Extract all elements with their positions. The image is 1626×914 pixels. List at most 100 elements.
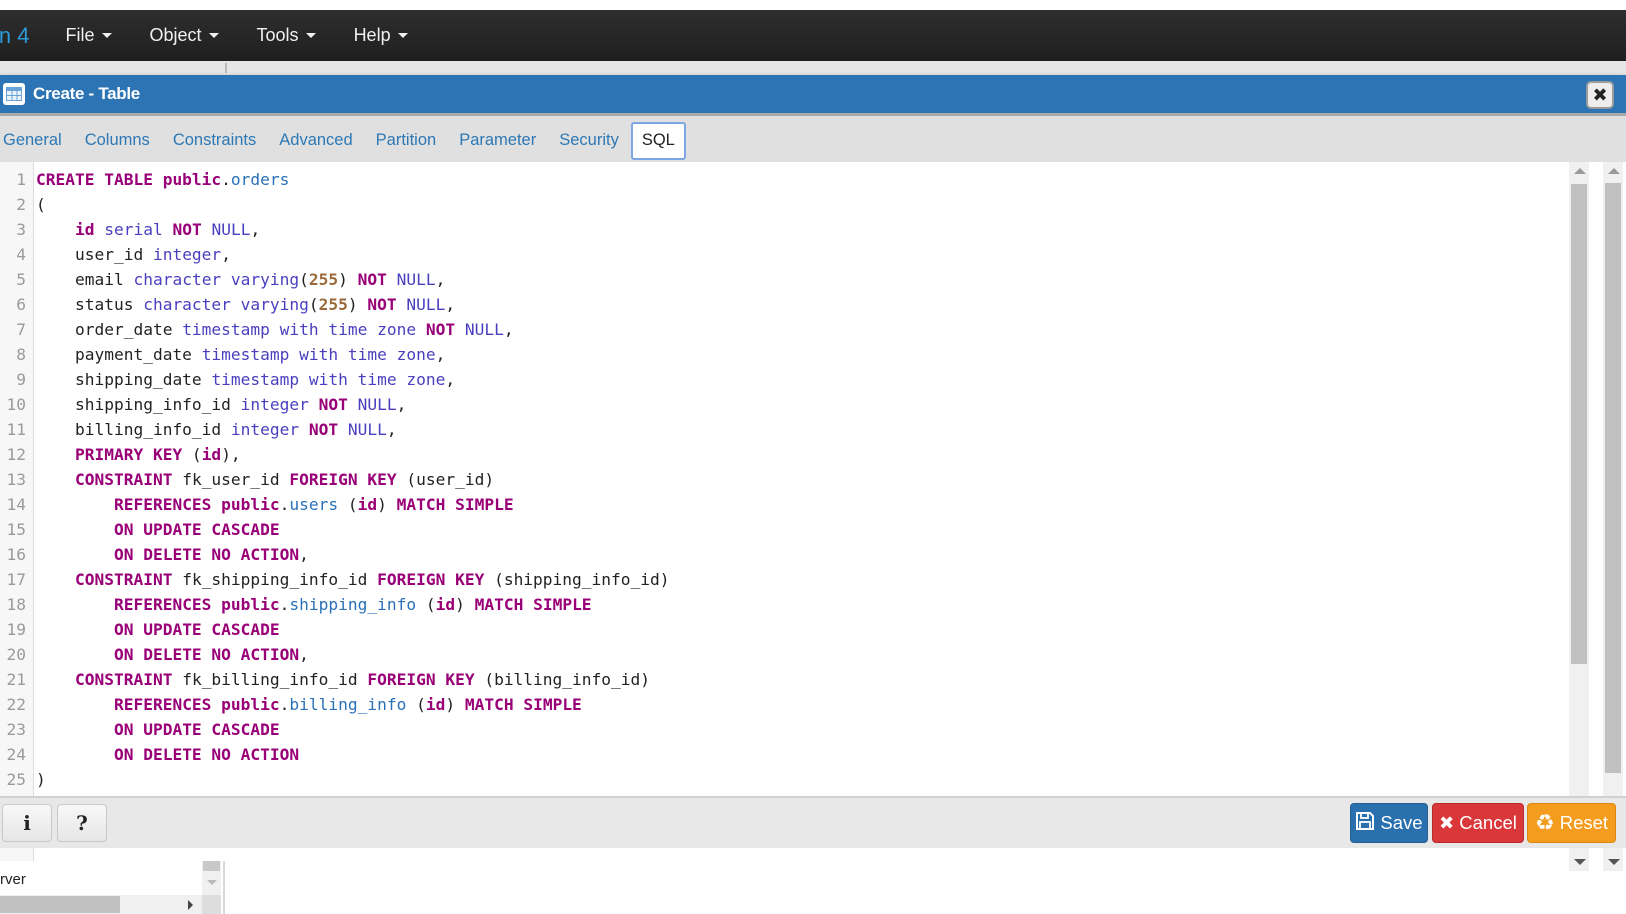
scroll-right-icon[interactable] — [188, 900, 193, 910]
scrollbar-thumb[interactable] — [1571, 184, 1587, 664]
code-line[interactable]: 1 CREATE TABLE public.orders — [0, 167, 1570, 192]
sql-token: ( — [36, 195, 46, 214]
code-line[interactable]: 15 ON UPDATE CASCADE — [0, 517, 1570, 542]
sql-token: ON DELETE NO ACTION — [113, 645, 300, 664]
menu-file[interactable]: File — [65, 25, 112, 46]
help-button[interactable]: ? — [57, 804, 107, 842]
line-text: ON DELETE NO ACTION — [30, 742, 299, 767]
sql-token: integer — [152, 245, 222, 264]
menu-help-label: Help — [353, 25, 391, 45]
sql-code[interactable]: 1 CREATE TABLE public.orders 2(3 id serial… — [0, 167, 1570, 792]
scrollbar-thumb[interactable] — [0, 896, 120, 913]
dialog-scrollbar[interactable] — [1603, 162, 1623, 871]
tree-item-server[interactable]: rver — [0, 871, 26, 888]
sql-token: ) — [445, 695, 465, 714]
sql-editor[interactable]: 1 CREATE TABLE public.orders 2(3 id serial… — [0, 162, 1626, 871]
dialog-header[interactable]: Create - Table ✖ — [0, 75, 1626, 116]
tab-columns[interactable]: Columns — [74, 122, 161, 160]
cancel-icon: ✖ — [1439, 812, 1455, 833]
sql-token: , — [435, 270, 446, 289]
tab-constraints[interactable]: Constraints — [162, 122, 267, 160]
info-button[interactable]: i — [2, 804, 52, 842]
sql-token: . — [279, 695, 290, 714]
code-line[interactable]: 11 billing_info_id integer NOT NULL, — [0, 417, 1570, 442]
line-number: 15 — [6, 520, 27, 539]
cancel-button[interactable]: ✖ Cancel — [1432, 803, 1524, 843]
code-line[interactable]: 9 shipping_date timestamp with time zone… — [0, 367, 1570, 392]
code-line[interactable]: 7 order_date timestamp with time zone NO… — [0, 317, 1570, 342]
code-line[interactable]: 13 CONSTRAINT fk_user_id FOREIGN KEY (us… — [0, 467, 1570, 492]
menu-help[interactable]: Help — [354, 25, 408, 46]
scroll-down-icon[interactable] — [1574, 859, 1586, 865]
code-line[interactable]: 4 user_id integer, — [0, 242, 1570, 267]
sql-token: id — [74, 220, 95, 239]
line-text: ON DELETE NO ACTION, — [30, 642, 309, 667]
line-number: 19 — [6, 620, 27, 639]
code-line[interactable]: 25) — [0, 767, 1570, 792]
scrollbar-thumb[interactable] — [203, 861, 220, 871]
app-brand[interactable]: in 4 — [0, 23, 29, 49]
sql-token: CONSTRAINT — [74, 570, 173, 589]
panel-splitter[interactable] — [225, 63, 227, 73]
code-line[interactable]: 21 CONSTRAINT fk_billing_info_id FOREIGN… — [0, 667, 1570, 692]
sql-token: MATCH SIMPLE — [464, 695, 582, 714]
save-button[interactable]: Save — [1350, 803, 1428, 843]
line-text: ( — [30, 192, 46, 217]
line-number: 21 — [6, 670, 27, 689]
caret-down-icon — [101, 33, 112, 38]
sql-token: ON UPDATE CASCADE — [113, 520, 280, 539]
scrollbar-thumb[interactable] — [1605, 183, 1621, 773]
tab-security[interactable]: Security — [548, 122, 630, 160]
scroll-down-icon[interactable] — [1608, 859, 1620, 865]
tab-general[interactable]: General — [0, 122, 73, 160]
sql-token: NULL — [347, 420, 387, 439]
save-label: Save — [1380, 812, 1423, 833]
scroll-up-icon[interactable] — [1608, 168, 1620, 174]
sql-token: ON UPDATE CASCADE — [113, 720, 280, 739]
code-line[interactable]: 12 PRIMARY KEY (id), — [0, 442, 1570, 467]
code-line[interactable]: 5 email character varying(255) NOT NULL, — [0, 267, 1570, 292]
editor-scrollbar[interactable] — [1569, 162, 1589, 871]
menu-tools-label: Tools — [256, 25, 299, 45]
sql-token: user_id — [36, 245, 153, 264]
tree-vertical-scrollbar[interactable] — [202, 861, 221, 895]
tree-horizontal-scrollbar[interactable] — [0, 895, 202, 914]
line-text: CONSTRAINT fk_shipping_info_id FOREIGN K… — [30, 567, 670, 592]
close-button[interactable]: ✖ — [1586, 81, 1614, 109]
code-line[interactable]: 23 ON UPDATE CASCADE — [0, 717, 1570, 742]
tab-advanced[interactable]: Advanced — [268, 122, 363, 160]
code-line[interactable]: 24 ON DELETE NO ACTION — [0, 742, 1570, 767]
sql-token: , — [503, 320, 514, 339]
code-line[interactable]: 3 id serial NOT NULL, — [0, 217, 1570, 242]
reset-button[interactable]: ♻ Reset — [1527, 803, 1616, 843]
tab-partition[interactable]: Partition — [365, 122, 448, 160]
sql-token: order_date — [36, 320, 183, 339]
code-line[interactable]: 17 CONSTRAINT fk_shipping_info_id FOREIG… — [0, 567, 1570, 592]
line-text: shipping_info_id integer NOT NULL, — [30, 392, 406, 417]
tab-parameter[interactable]: Parameter — [448, 122, 547, 160]
code-line[interactable]: 8 payment_date timestamp with time zone, — [0, 342, 1570, 367]
sql-token: id — [201, 445, 222, 464]
code-line[interactable]: 20 ON DELETE NO ACTION, — [0, 642, 1570, 667]
code-line[interactable]: 22 REFERENCES public.billing_info (id) M… — [0, 692, 1570, 717]
code-line[interactable]: 10 shipping_info_id integer NOT NULL, — [0, 392, 1570, 417]
code-line[interactable]: 16 ON DELETE NO ACTION, — [0, 542, 1570, 567]
scroll-down-icon[interactable] — [207, 880, 217, 885]
code-line[interactable]: 2( — [0, 192, 1570, 217]
tab-sql[interactable]: SQL — [630, 122, 686, 160]
code-line[interactable]: 19 ON UPDATE CASCADE — [0, 617, 1570, 642]
line-number: 3 — [16, 220, 26, 239]
code-line[interactable]: 6 status character varying(255) NOT NULL… — [0, 292, 1570, 317]
scroll-up-icon[interactable] — [1574, 168, 1586, 174]
code-line[interactable]: 14 REFERENCES public.users (id) MATCH SI… — [0, 492, 1570, 517]
sql-token: MATCH SIMPLE — [396, 495, 514, 514]
sql-token: shipping_date — [36, 370, 212, 389]
sql-token: fk_billing_info_id — [172, 670, 368, 689]
code-line[interactable]: 18 REFERENCES public.shipping_info (id) … — [0, 592, 1570, 617]
menu-tools[interactable]: Tools — [257, 25, 316, 46]
menu-object[interactable]: Object — [150, 25, 219, 46]
line-number: 25 — [6, 770, 27, 789]
save-icon — [1355, 811, 1375, 836]
